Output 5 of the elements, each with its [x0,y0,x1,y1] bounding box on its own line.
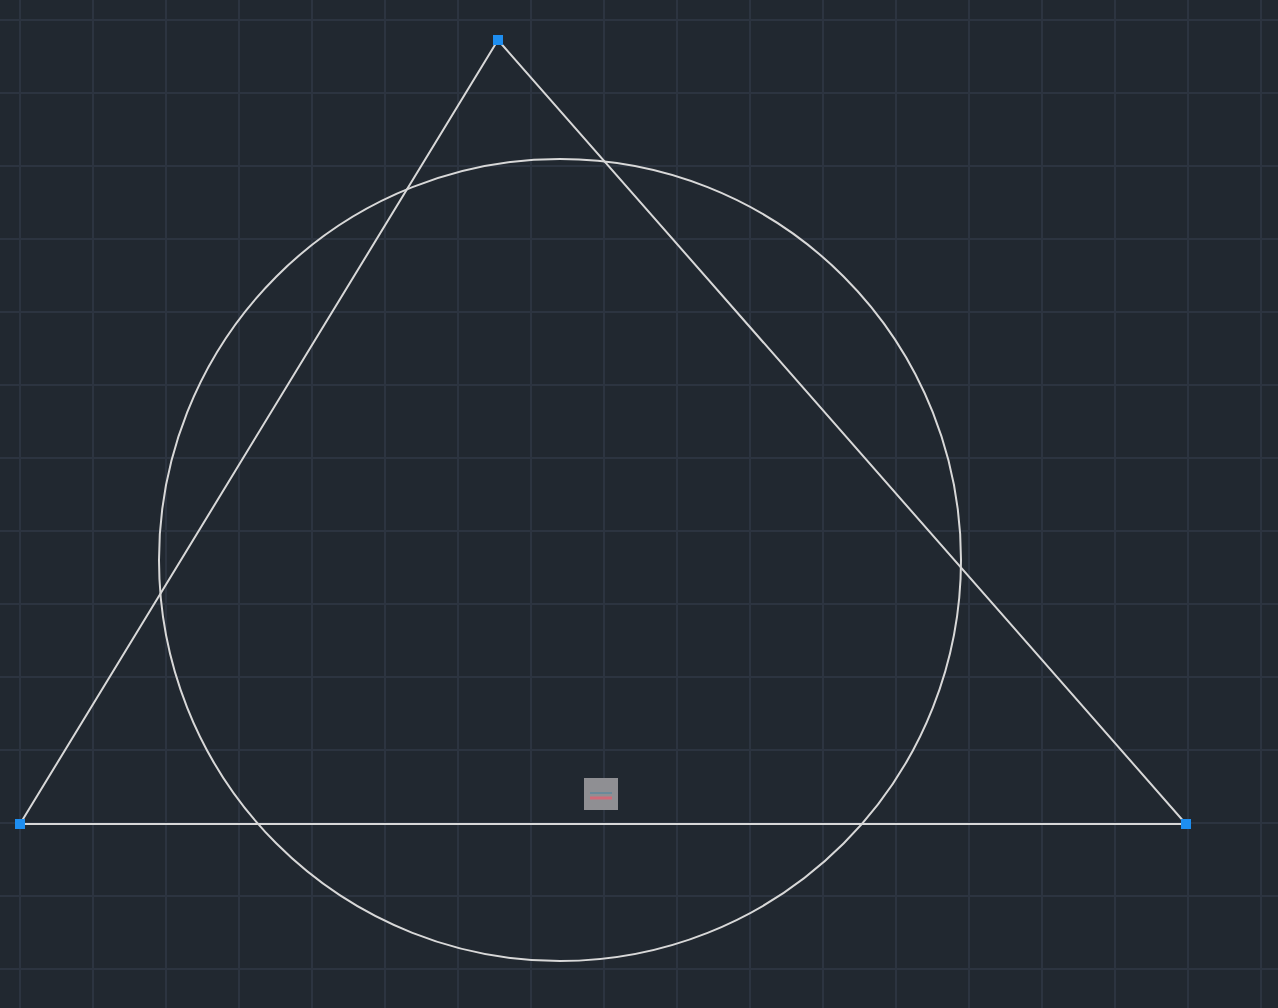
circle-shape[interactable] [158,158,962,962]
grip-handle[interactable] [1181,819,1191,829]
grip-handle[interactable] [15,819,25,829]
grip-handle[interactable] [493,35,503,45]
constraint-icon[interactable] [584,778,618,810]
